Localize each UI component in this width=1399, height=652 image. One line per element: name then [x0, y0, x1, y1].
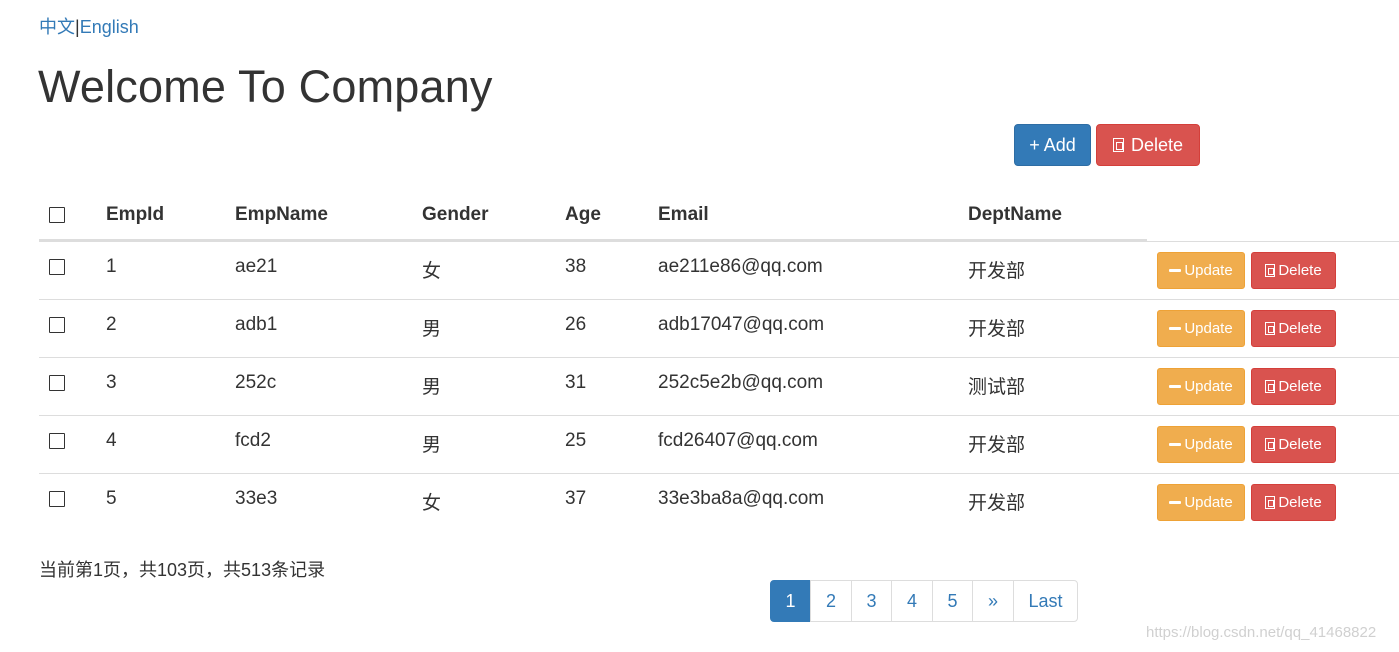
- cell-empid: 1: [106, 256, 117, 277]
- delete-button-label: Delete: [1278, 262, 1322, 279]
- cell-gender: 男: [422, 435, 442, 456]
- update-button-label: Update: [1184, 436, 1233, 453]
- cell-empname: ae21: [235, 256, 278, 277]
- page-5-link[interactable]: 5: [932, 580, 973, 622]
- header-deptname: DeptName: [968, 204, 1062, 225]
- update-button[interactable]: Update: [1157, 252, 1245, 289]
- cell-gender: 女: [422, 493, 442, 514]
- cell-email: 252c5e2b@qq.com: [658, 372, 824, 393]
- trash-icon: [1265, 496, 1276, 509]
- header-age: Age: [565, 204, 601, 225]
- last-page-link[interactable]: Last: [1013, 580, 1078, 622]
- header-empid: EmpId: [106, 204, 165, 225]
- row-checkbox[interactable]: [49, 433, 65, 449]
- delete-button[interactable]: Delete: [1251, 252, 1336, 289]
- cell-deptname: 测试部: [968, 377, 1026, 398]
- cell-age: 26: [565, 314, 587, 335]
- update-button[interactable]: Update: [1157, 484, 1245, 521]
- update-button[interactable]: Update: [1157, 368, 1245, 405]
- trash-icon: [1265, 438, 1276, 451]
- cell-age: 38: [565, 256, 587, 277]
- cell-empname: adb1: [235, 314, 278, 335]
- pencil-icon: [1169, 501, 1182, 504]
- page-3-link[interactable]: 3: [851, 580, 892, 622]
- cell-empname: 252c: [235, 372, 277, 393]
- cell-age: 31: [565, 372, 587, 393]
- cell-email: 33e3ba8a@qq.com: [658, 488, 825, 509]
- pagination: 1 2 3 4 5 » Last: [770, 580, 1078, 622]
- row-checkbox[interactable]: [49, 259, 65, 275]
- delete-selected-button[interactable]: Delete: [1096, 124, 1200, 166]
- trash-icon: [1265, 322, 1276, 335]
- delete-button-label: Delete: [1278, 378, 1322, 395]
- cell-gender: 男: [422, 377, 442, 398]
- table-row: 2 adb1 男 26 adb17047@qq.com 开发部 Update Delete: [39, 299, 1399, 357]
- page-info: 当前第1页，共103页，共513条记录: [39, 560, 326, 580]
- cell-empid: 4: [106, 430, 117, 451]
- update-button-label: Update: [1184, 494, 1233, 511]
- trash-icon: [1112, 138, 1124, 152]
- update-button[interactable]: Update: [1157, 426, 1245, 463]
- add-button[interactable]: + Add: [1014, 124, 1091, 166]
- delete-button[interactable]: Delete: [1251, 484, 1336, 521]
- header-empname: EmpName: [235, 204, 328, 225]
- cell-email: fcd26407@qq.com: [658, 430, 818, 451]
- update-button-label: Update: [1184, 320, 1233, 337]
- cell-deptname: 开发部: [968, 435, 1026, 456]
- delete-button[interactable]: Delete: [1251, 310, 1336, 347]
- cell-gender: 男: [422, 319, 442, 340]
- cell-deptname: 开发部: [968, 493, 1026, 514]
- cell-empid: 5: [106, 488, 117, 509]
- update-button[interactable]: Update: [1157, 310, 1245, 347]
- cell-email: adb17047@qq.com: [658, 314, 825, 335]
- delete-button[interactable]: Delete: [1251, 426, 1336, 463]
- lang-chinese-link[interactable]: 中文: [39, 17, 75, 37]
- select-all-checkbox[interactable]: [49, 207, 65, 223]
- add-button-label: + Add: [1029, 134, 1076, 155]
- delete-button-label: Delete: [1278, 320, 1322, 337]
- lang-english-link[interactable]: English: [80, 17, 139, 37]
- next-page-link[interactable]: »: [972, 580, 1014, 622]
- pencil-icon: [1169, 385, 1182, 388]
- cell-deptname: 开发部: [968, 319, 1026, 340]
- page-2-link[interactable]: 2: [810, 580, 852, 622]
- trash-icon: [1265, 264, 1276, 277]
- table-row: 4 fcd2 男 25 fcd26407@qq.com 开发部 Update Delete: [39, 415, 1399, 473]
- table-row: 3 252c 男 31 252c5e2b@qq.com 测试部 Update Delete: [39, 357, 1399, 415]
- cell-email: ae211e86@qq.com: [658, 256, 823, 277]
- pencil-icon: [1169, 327, 1182, 330]
- update-button-label: Update: [1184, 378, 1233, 395]
- cell-empname: 33e3: [235, 488, 278, 509]
- pencil-icon: [1169, 269, 1182, 272]
- cell-age: 25: [565, 430, 587, 451]
- table-row: 1 ae21 女 38 ae211e86@qq.com 开发部 Update Delete: [39, 241, 1399, 299]
- trash-icon: [1265, 380, 1276, 393]
- table-row: 5 33e3 女 37 33e3ba8a@qq.com 开发部 Update Delete: [39, 473, 1399, 531]
- header-gender: Gender: [422, 204, 489, 225]
- delete-selected-label: Delete: [1130, 134, 1184, 155]
- cell-gender: 女: [422, 261, 442, 282]
- delete-button[interactable]: Delete: [1251, 368, 1336, 405]
- delete-button-label: Delete: [1278, 494, 1322, 511]
- cell-empname: fcd2: [235, 430, 271, 451]
- row-checkbox[interactable]: [49, 375, 65, 391]
- update-button-label: Update: [1184, 262, 1233, 279]
- page-1-link[interactable]: 1: [770, 580, 811, 622]
- cell-deptname: 开发部: [968, 261, 1026, 282]
- page-title: Welcome To Company: [38, 61, 493, 112]
- page-4-link[interactable]: 4: [891, 580, 933, 622]
- language-switcher: 中文|English: [39, 13, 139, 39]
- row-checkbox[interactable]: [49, 317, 65, 333]
- table-header: EmpId EmpName Gender Age Email DeptName: [39, 191, 1147, 241]
- delete-button-label: Delete: [1278, 436, 1322, 453]
- pencil-icon: [1169, 443, 1182, 446]
- cell-empid: 3: [106, 372, 117, 393]
- row-checkbox[interactable]: [49, 491, 65, 507]
- cell-age: 37: [565, 488, 587, 509]
- cell-empid: 2: [106, 314, 117, 335]
- watermark: https://blog.csdn.net/qq_41468822: [1146, 624, 1377, 641]
- header-email: Email: [658, 204, 709, 225]
